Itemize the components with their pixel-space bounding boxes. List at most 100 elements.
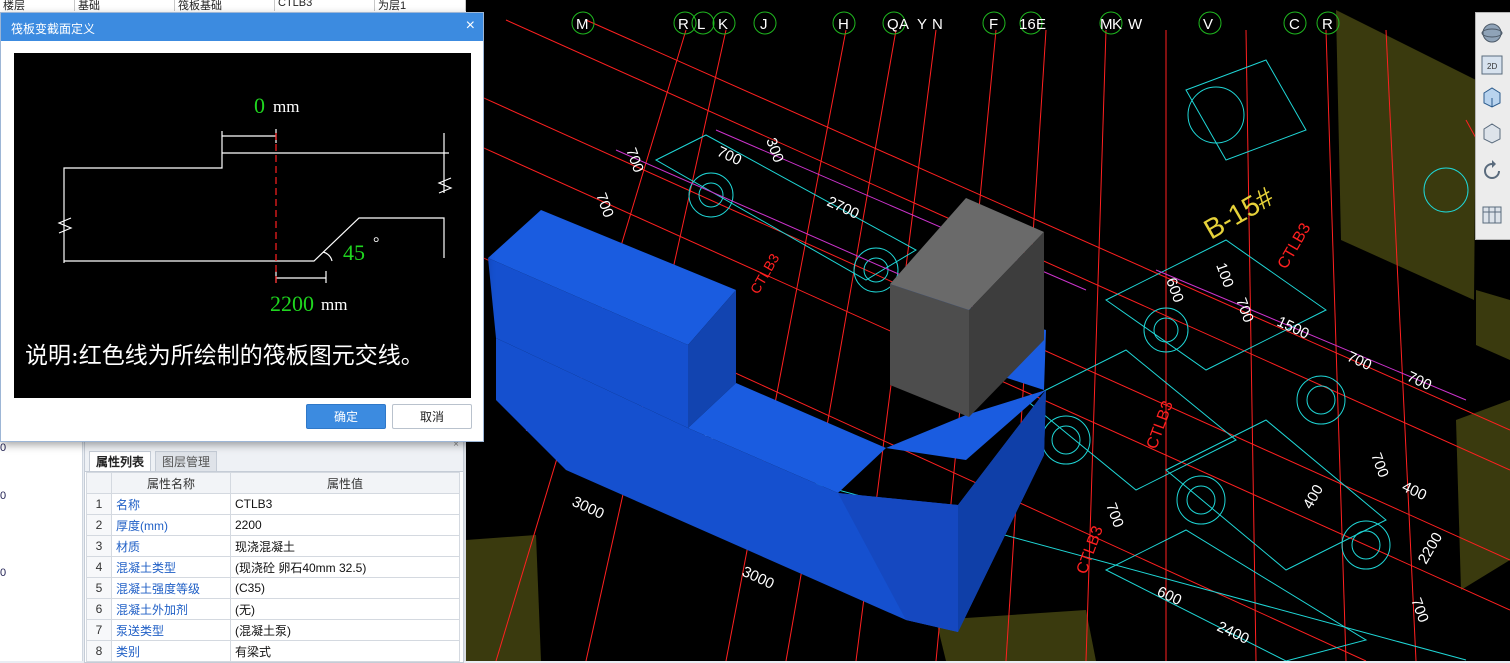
property-tabs: × 属性列表 图层管理 <box>85 439 463 472</box>
axis-label: J <box>760 16 768 33</box>
row-index: 6 <box>86 598 112 620</box>
axis-label: N <box>932 16 943 33</box>
axis-label: K <box>718 16 728 33</box>
axis-label: Q <box>887 16 899 33</box>
top-cell: 筏板基础 <box>175 0 275 12</box>
axis-label: R <box>1322 16 1333 33</box>
table-row[interactable]: 1 名称 CTLB3 <box>86 493 460 515</box>
axis-label: L <box>697 16 705 33</box>
axis-label: V <box>1203 16 1213 33</box>
axis-label: 16 <box>1019 16 1036 33</box>
cad-drawing: M R L K J H Q A Y N F 16 E M K W V C R B… <box>466 10 1510 661</box>
tree-symbol: 0 <box>0 490 7 502</box>
axis-label: F <box>989 16 998 33</box>
dim-text: 700 <box>622 146 647 175</box>
dim-text: 400 <box>1300 482 1327 512</box>
component-label: CTLB3 <box>747 251 783 297</box>
view-toolbar: 2D <box>1475 12 1510 240</box>
top-value: 0 <box>254 93 265 118</box>
dim-text: 700 <box>1102 501 1127 530</box>
property-value[interactable]: 现浇混凝土 <box>230 535 460 557</box>
property-value[interactable]: (C35) <box>230 577 460 599</box>
property-value[interactable]: (无) <box>230 598 460 620</box>
box-view-icon[interactable] <box>1480 121 1504 145</box>
dialog-titlebar[interactable]: 筏板变截面定义 × <box>1 13 483 41</box>
2d-label: 2D <box>1487 62 1497 71</box>
property-name-header: 属性名称 <box>111 472 231 494</box>
rotate-icon[interactable] <box>1480 159 1504 183</box>
property-value[interactable]: 2200 <box>230 514 460 536</box>
table-row[interactable]: 8 类别 有梁式 <box>86 640 460 662</box>
component-label: CTLB3 <box>1144 399 1177 452</box>
property-name: 材质 <box>111 535 231 557</box>
dark-block <box>1476 290 1510 360</box>
row-index: 7 <box>86 619 112 641</box>
property-value[interactable]: CTLB3 <box>230 493 460 515</box>
table-row[interactable]: 6 混凝土外加剂 (无) <box>86 598 460 620</box>
property-value[interactable]: 有梁式 <box>230 640 460 662</box>
dim-text: 700 <box>1407 596 1432 625</box>
table-row[interactable]: 3 材质 现浇混凝土 <box>86 535 460 557</box>
property-value[interactable]: (现浇砼 卵石40mm 32.5) <box>230 556 460 578</box>
axis-label: Y <box>917 16 927 33</box>
property-value[interactable]: (混凝土泵) <box>230 619 460 641</box>
table-row[interactable]: 2 厚度(mm) 2200 <box>86 514 460 536</box>
table-row[interactable]: 5 混凝土强度等级 (C35) <box>86 577 460 599</box>
index-header <box>86 472 112 494</box>
table-row[interactable]: 7 泵送类型 (混凝土泵) <box>86 619 460 641</box>
top-cell: 楼层 <box>0 0 75 12</box>
2d-view-icon[interactable]: 2D <box>1480 53 1504 77</box>
bottom-unit: mm <box>321 295 348 314</box>
property-value-header: 属性值 <box>230 472 460 494</box>
column-3d[interactable] <box>890 198 1044 417</box>
component-label: CTLB3 <box>1275 220 1315 272</box>
section-preview: 0 mm 45 ° 2200 mm 说明:红色线为所绘制的筏板图元交线。 <box>14 53 471 398</box>
property-name: 混凝土类型 <box>111 556 231 578</box>
axis-label: A <box>899 16 909 33</box>
top-cell: 为层1 <box>375 0 466 12</box>
tree-symbol: 0 <box>0 442 7 454</box>
row-index: 4 <box>86 556 112 578</box>
dim-text: 700 <box>714 143 744 169</box>
row-index: 2 <box>86 514 112 536</box>
property-table: 属性名称 属性值 1 名称 CTLB3 2 厚度(mm) 2200 3 材质 现浇混凝土 4… <box>86 472 460 662</box>
axis-label: M <box>1100 16 1113 33</box>
top-unit: mm <box>273 97 300 116</box>
dim-text: 2700 <box>824 193 861 223</box>
axis-label: C <box>1289 16 1300 33</box>
grid-icon[interactable] <box>1480 203 1504 227</box>
dim-text: 3000 <box>739 563 776 593</box>
orbit-icon[interactable] <box>1480 21 1504 45</box>
3d-view-icon[interactable] <box>1480 85 1504 109</box>
axis-label: W <box>1128 16 1143 33</box>
tab-layer-management[interactable]: 图层管理 <box>155 451 218 471</box>
top-cell: CTLB3 <box>275 0 375 11</box>
preview-note: 说明:红色线为所绘制的筏板图元交线。 <box>25 343 424 369</box>
axis-label: M <box>576 16 589 33</box>
dark-block <box>1336 10 1476 300</box>
bottom-value: 2200 <box>270 291 314 316</box>
dim-text: 2200 <box>1415 530 1446 567</box>
component-label: CTLB3 <box>1074 524 1107 577</box>
top-cell: 基础 <box>75 0 175 12</box>
property-panel: × 属性列表 图层管理 属性名称 属性值 1 名称 CTLB3 2 厚度(mm) 220… <box>84 439 464 663</box>
row-index: 8 <box>86 640 112 662</box>
table-row[interactable]: 4 混凝土类型 (现浇砼 卵石40mm 32.5) <box>86 556 460 578</box>
row-index: 5 <box>86 577 112 599</box>
tab-property-list[interactable]: 属性列表 <box>89 451 152 471</box>
ok-button[interactable]: 确定 <box>306 404 386 429</box>
dim-text: 2400 <box>1214 618 1251 648</box>
tree-symbol: 0 <box>0 567 7 579</box>
raft-section-dialog: 筏板变截面定义 × 0 mm 45 ° 2200 mm 说明:红色线为所绘制的筏… <box>0 12 484 442</box>
dim-text: 600 <box>1154 583 1184 609</box>
property-name: 类别 <box>111 640 231 662</box>
3d-viewport[interactable]: M R L K J H Q A Y N F 16 E M K W V C R B… <box>466 0 1510 661</box>
dim-text: 100 <box>1212 261 1237 290</box>
dim-text: 700 <box>592 191 617 220</box>
axis-label: H <box>838 16 849 33</box>
cancel-button[interactable]: 取消 <box>392 404 472 429</box>
row-index: 1 <box>86 493 112 515</box>
axis-label: R <box>678 16 689 33</box>
dim-text: 700 <box>1344 348 1374 374</box>
close-icon[interactable]: × <box>466 17 475 35</box>
